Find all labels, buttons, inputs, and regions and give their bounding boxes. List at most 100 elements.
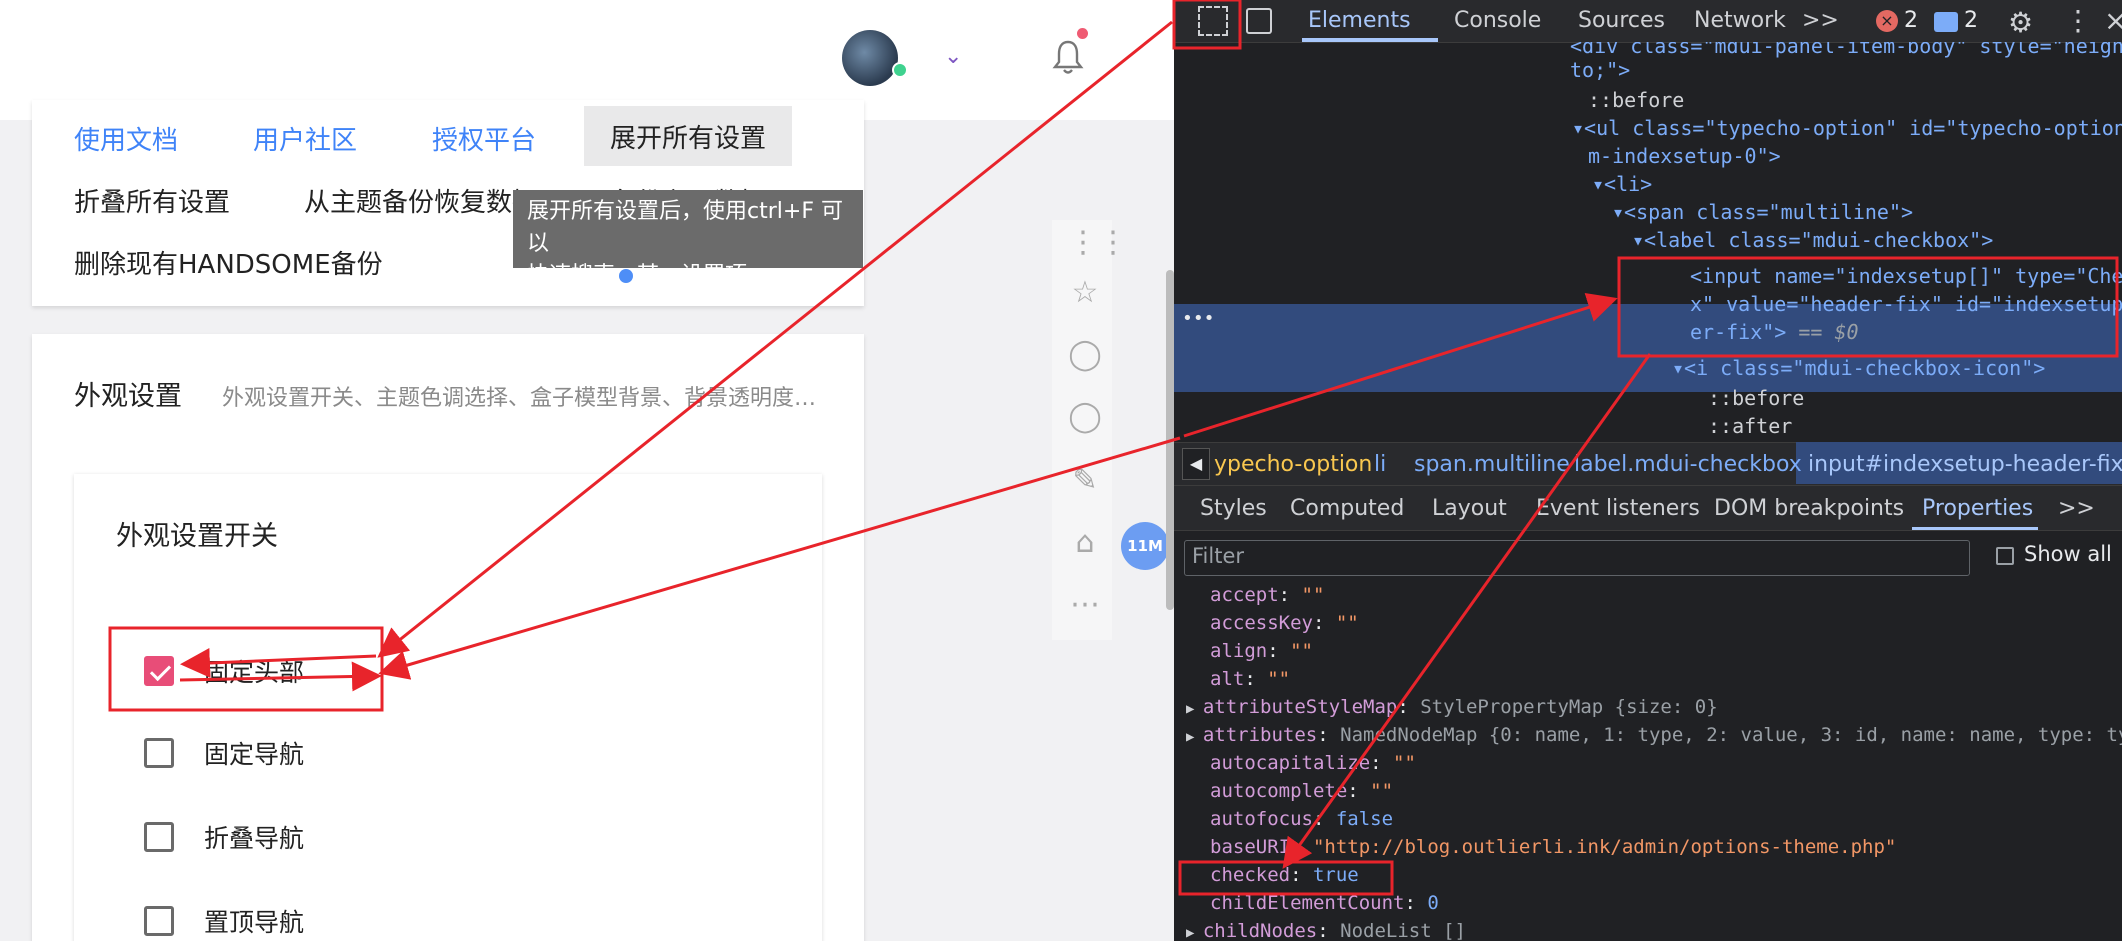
tab-network[interactable]: Network: [1694, 8, 1786, 33]
more-icon[interactable]: ⋯: [1068, 588, 1102, 622]
prop-row[interactable]: ▶ attributeStyleMap: StylePropertyMap {s…: [1186, 696, 1718, 718]
prop-key: attributeStyleMap: [1202, 696, 1398, 718]
dom-line-li[interactable]: ▾<li>: [1592, 172, 1652, 196]
tab-layout[interactable]: Layout: [1432, 496, 1507, 521]
tab-styles[interactable]: Styles: [1200, 496, 1267, 521]
show-all-checkbox[interactable]: [1996, 547, 2014, 565]
collapse-all-button[interactable]: 折叠所有设置: [74, 182, 230, 219]
prop-value: "": [1335, 612, 1359, 634]
prop-row[interactable]: autofocus: false: [1210, 808, 1393, 830]
bell-icon[interactable]: [1052, 38, 1084, 76]
dom-line-div-cont[interactable]: to;">: [1570, 58, 1630, 82]
device-toolbar-icon[interactable]: [1246, 8, 1272, 34]
restore-backup-button[interactable]: 从主题备份恢复数据: [304, 182, 538, 219]
more-tabs-button[interactable]: >>: [1802, 8, 1839, 33]
expand-triangle-icon[interactable]: ▶: [1186, 729, 1203, 745]
checkbox-nav-fix[interactable]: [144, 738, 174, 768]
breadcrumb-li[interactable]: li: [1374, 452, 1386, 477]
dom-line-input-a[interactable]: <input name="indexsetup[]" type="Checkbo: [1690, 264, 2122, 288]
expand-all-button[interactable]: 展开所有设置: [584, 106, 792, 166]
expand-triangle-icon[interactable]: ▶: [1186, 701, 1203, 717]
dom-line-div[interactable]: <div class="mdui-panel-item-body" style=…: [1570, 42, 2122, 58]
prop-value: 0: [1427, 892, 1439, 914]
prop-key: autofocus: [1210, 808, 1313, 830]
scrollbar[interactable]: [1166, 270, 1174, 610]
message-count[interactable]: 2: [1964, 8, 1978, 33]
dom-line-input-c[interactable]: er-fix"> == $0: [1690, 320, 1859, 344]
dom-line-ul-cont[interactable]: m-indexsetup-0">: [1588, 144, 1781, 168]
prop-row[interactable]: accept: "": [1210, 584, 1324, 606]
link-community[interactable]: 用户社区: [253, 120, 357, 157]
checkbox-label: 固定头部: [204, 658, 305, 687]
tooltip: 展开所有设置后，使用ctrl+F 可以 快速搜索 某一设置项: [513, 190, 863, 288]
tab-sources[interactable]: Sources: [1578, 8, 1665, 33]
prop-row[interactable]: align: "": [1210, 640, 1313, 662]
more-subtabs-button[interactable]: >>: [2058, 496, 2095, 521]
tab-elements[interactable]: Elements: [1308, 8, 1411, 33]
checkbox-row-nav-fix[interactable]: 固定导航: [144, 736, 304, 770]
tab-console[interactable]: Console: [1454, 8, 1541, 33]
checkbox-row-nav-top[interactable]: 置顶导航: [144, 904, 304, 938]
breadcrumb-span[interactable]: span.multiline: [1414, 452, 1570, 477]
breadcrumb-label[interactable]: label.mdui-checkbox: [1574, 452, 1802, 477]
checkbox-row-header-fix[interactable]: 固定头部: [144, 654, 304, 688]
prop-row[interactable]: autocomplete: "": [1210, 780, 1393, 802]
dom-line-label[interactable]: ▾<label class="mdui-checkbox">: [1632, 228, 1993, 252]
prop-row[interactable]: alt: "": [1210, 668, 1290, 690]
dom-line-ul[interactable]: ▾<ul class="typecho-option" id="typecho-…: [1572, 116, 2122, 140]
tooltip-line2a: 快速搜索: [527, 263, 616, 288]
dom-line-input-b[interactable]: x" value="header-fix" id="indexsetup-hea…: [1690, 292, 2122, 316]
tab-computed[interactable]: Computed: [1290, 496, 1404, 521]
inspect-element-icon[interactable]: [1198, 6, 1228, 36]
breadcrumb-typecho-option[interactable]: ypecho-option: [1214, 452, 1372, 477]
prop-row[interactable]: ▶ attributes: NamedNodeMap {0: name, 1: …: [1186, 724, 2122, 746]
tab-event-listeners[interactable]: Event listeners: [1536, 496, 1700, 521]
section-description: 外观设置开关、主题色调选择、盒子模型背景、背景透明度、...: [222, 386, 822, 411]
prop-row[interactable]: childElementCount: 0: [1210, 892, 1439, 914]
breadcrumb-back-icon[interactable]: ◀: [1182, 448, 1210, 480]
node-menu-dots[interactable]: •••: [1182, 308, 1215, 329]
comment-icon[interactable]: ◯: [1068, 400, 1102, 434]
checkbox-nav-fold[interactable]: [144, 822, 174, 852]
prop-value: "": [1301, 584, 1325, 606]
prop-row[interactable]: accessKey: "": [1210, 612, 1359, 634]
settings-gear-icon[interactable]: ⚙: [2008, 6, 2033, 39]
dom-pseudo-after2[interactable]: ::after: [1708, 414, 1792, 438]
tab-dom-breakpoints[interactable]: DOM breakpoints: [1714, 496, 1904, 521]
checkbox-nav-top[interactable]: [144, 906, 174, 936]
error-icon[interactable]: ×: [1876, 10, 1898, 32]
tab-properties[interactable]: Properties: [1922, 496, 2033, 521]
prop-value: false: [1335, 808, 1394, 830]
grid-icon[interactable]: ⋮⋮: [1068, 226, 1128, 260]
prop-row[interactable]: baseURI: "http://blog.outlierli.ink/admi…: [1210, 836, 1896, 858]
dom-line-span[interactable]: ▾<span class="multiline">: [1612, 200, 1913, 224]
show-all-label[interactable]: Show all: [2024, 542, 2112, 566]
error-count[interactable]: 2: [1904, 8, 1918, 33]
user-avatar[interactable]: [842, 30, 898, 86]
home-icon[interactable]: ⌂: [1068, 526, 1102, 560]
checkbox-label: 置顶导航: [204, 908, 305, 937]
close-icon[interactable]: ×: [2104, 4, 2122, 37]
checkbox-row-nav-fold[interactable]: 折叠导航: [144, 820, 304, 854]
dom-pseudo-before2[interactable]: ::before: [1708, 386, 1804, 410]
checkbox-header-fix[interactable]: [144, 656, 174, 686]
chevron-down-icon[interactable]: ⌄: [944, 44, 962, 69]
star-icon[interactable]: ☆: [1068, 276, 1102, 310]
breadcrumb-input[interactable]: input#indexsetup-header-fix: [1808, 452, 2122, 477]
section-title[interactable]: 外观设置: [74, 374, 182, 413]
prop-row[interactable]: checked: true: [1210, 864, 1359, 886]
link-license[interactable]: 授权平台: [432, 120, 536, 157]
prop-key: checked: [1210, 864, 1291, 886]
delete-backup-button[interactable]: 删除现有HANDSOME备份: [74, 244, 383, 281]
message-icon[interactable]: [1934, 12, 1958, 32]
filter-input[interactable]: [1184, 540, 1970, 576]
dom-line-i[interactable]: ▾<i class="mdui-checkbox-icon">: [1672, 356, 2045, 380]
expand-triangle-icon[interactable]: ▶: [1186, 925, 1203, 941]
tag-icon[interactable]: ◯: [1068, 338, 1102, 372]
dom-pseudo-before[interactable]: ::before: [1588, 88, 1684, 112]
link-docs[interactable]: 使用文档: [74, 120, 178, 157]
pencil-icon[interactable]: ✎: [1068, 464, 1102, 498]
prop-row[interactable]: ▶ childNodes: NodeList []: [1186, 920, 1466, 942]
kebab-menu-icon[interactable]: ⋮: [2064, 4, 2092, 37]
prop-row[interactable]: autocapitalize: "": [1210, 752, 1416, 774]
